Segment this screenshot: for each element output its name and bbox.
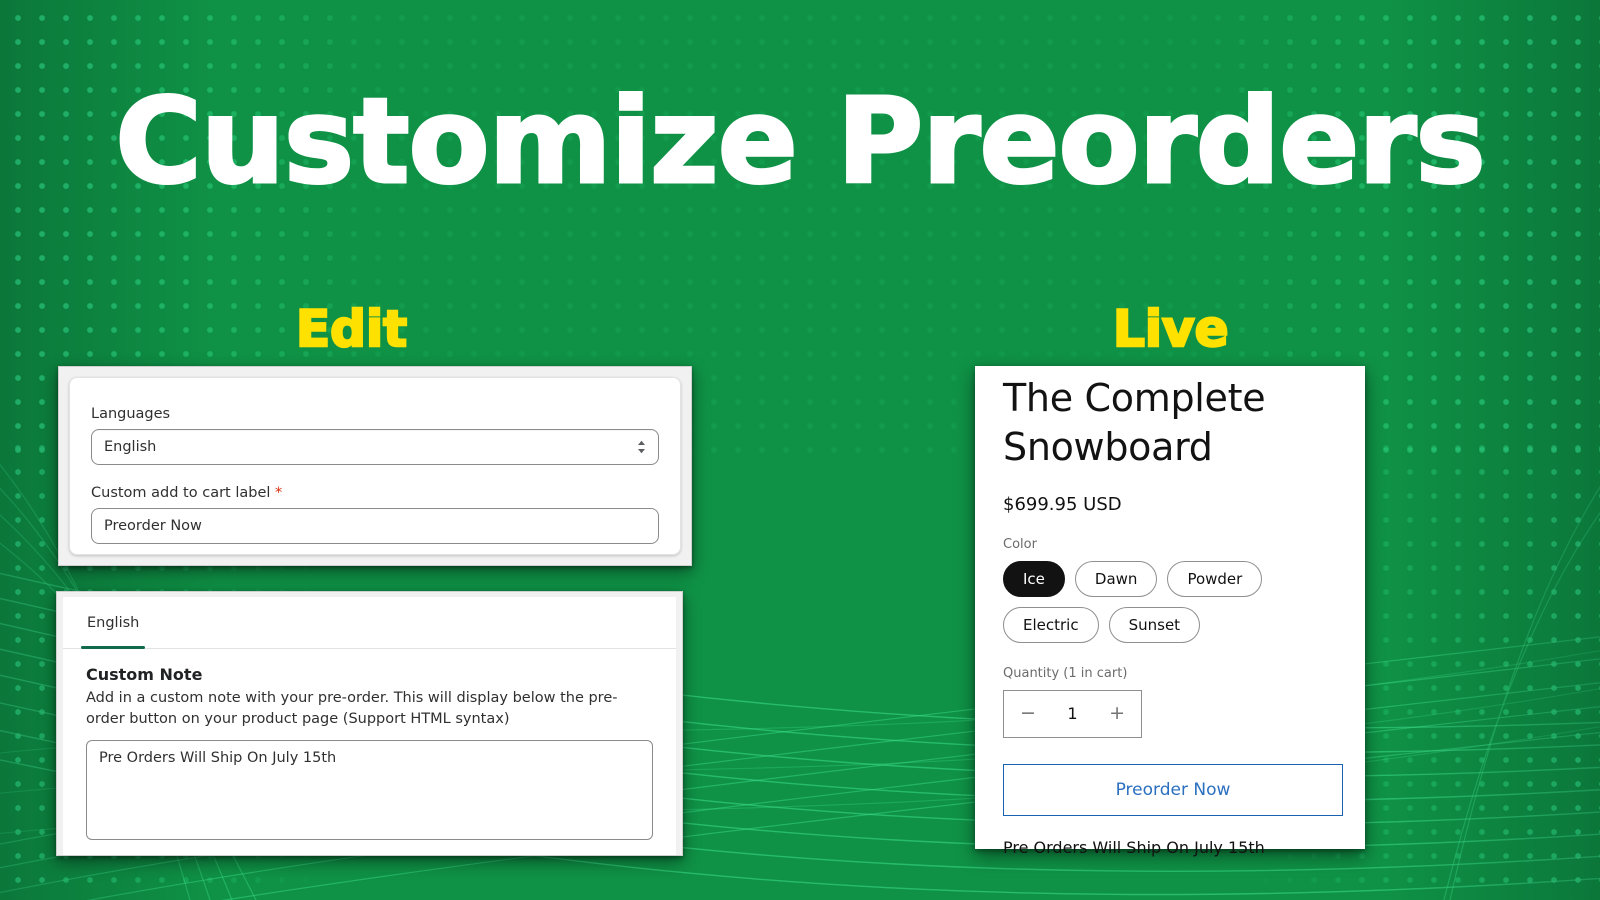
- quantity-decrease-button[interactable]: −: [1020, 704, 1036, 723]
- custom-note-panel: English Custom Note Add in a custom note…: [63, 597, 676, 855]
- cart-label-label-text: Custom add to cart label: [91, 485, 271, 501]
- product-price: $699.95 USD: [1003, 493, 1122, 515]
- languages-select-value: English: [104, 439, 157, 455]
- color-option-label: Color: [1003, 536, 1037, 552]
- custom-note-title: Custom Note: [86, 665, 203, 684]
- custom-note-textarea[interactable]: Pre Orders Will Ship On July 15th: [86, 740, 653, 841]
- preorder-now-button[interactable]: Preorder Now: [1003, 763, 1343, 816]
- quantity-label: Quantity (1 in cart): [1003, 665, 1128, 681]
- color-option-ice[interactable]: Ice: [1003, 560, 1065, 597]
- color-option-electric-label: Electric: [1023, 615, 1079, 634]
- color-option-dawn-label: Dawn: [1094, 569, 1138, 588]
- quantity-increase-button[interactable]: +: [1109, 704, 1125, 723]
- color-option-electric[interactable]: Electric: [1003, 606, 1099, 643]
- color-option-dawn[interactable]: Dawn: [1074, 560, 1158, 597]
- color-option-powder[interactable]: Powder: [1167, 560, 1263, 597]
- custom-note-description: Add in a custom note with your pre-order…: [86, 690, 618, 728]
- custom-note-textarea-value: Pre Orders Will Ship On July 15th: [99, 750, 337, 767]
- cart-label-label: Custom add to cart label *: [91, 485, 659, 501]
- live-preview-content: The Complete Snowboard $699.95 USD Color…: [1003, 374, 1343, 857]
- product-title: The Complete Snowboard: [1003, 376, 1266, 470]
- languages-select[interactable]: English: [91, 429, 659, 465]
- cart-label-input[interactable]: Preorder Now: [91, 508, 659, 544]
- languages-label: Languages: [91, 406, 171, 422]
- quantity-value[interactable]: 1: [1067, 704, 1077, 723]
- tab-english-label: English: [87, 614, 140, 631]
- section-label-live: Live: [1112, 299, 1230, 360]
- section-label-edit: Edit: [295, 299, 409, 360]
- page-title: Customize Preorders: [114, 72, 1487, 210]
- quantity-stepper: − 1 +: [1003, 689, 1142, 738]
- color-option-sunset[interactable]: Sunset: [1108, 606, 1201, 643]
- required-marker: *: [275, 485, 283, 501]
- color-option-list: Ice Dawn Powder Electric Sunset: [1003, 560, 1343, 643]
- languages-field-group: Languages English: [91, 406, 659, 465]
- custom-note-body: Custom Note Add in a custom note with yo…: [86, 665, 653, 841]
- tab-english[interactable]: English: [81, 597, 146, 649]
- edit-settings-panel: Languages English Custom add to cart lab…: [69, 377, 681, 555]
- color-option-powder-label: Powder: [1187, 569, 1243, 588]
- language-tabs: English: [63, 597, 676, 649]
- chevron-updown-icon: [637, 440, 646, 454]
- cart-label-input-value: Preorder Now: [104, 518, 202, 534]
- color-option-ice-label: Ice: [1023, 569, 1045, 588]
- custom-note-card: English Custom Note Add in a custom note…: [56, 591, 683, 856]
- preorder-note-text: Pre Orders Will Ship On July 15th: [1003, 837, 1265, 857]
- edit-settings-card: Languages English Custom add to cart lab…: [58, 366, 692, 566]
- cart-label-field-group: Custom add to cart label * Preorder Now: [91, 485, 659, 544]
- live-preview-card: The Complete Snowboard $699.95 USD Color…: [975, 366, 1365, 857]
- color-option-sunset-label: Sunset: [1128, 615, 1181, 634]
- preorder-now-button-label: Preorder Now: [1115, 779, 1231, 800]
